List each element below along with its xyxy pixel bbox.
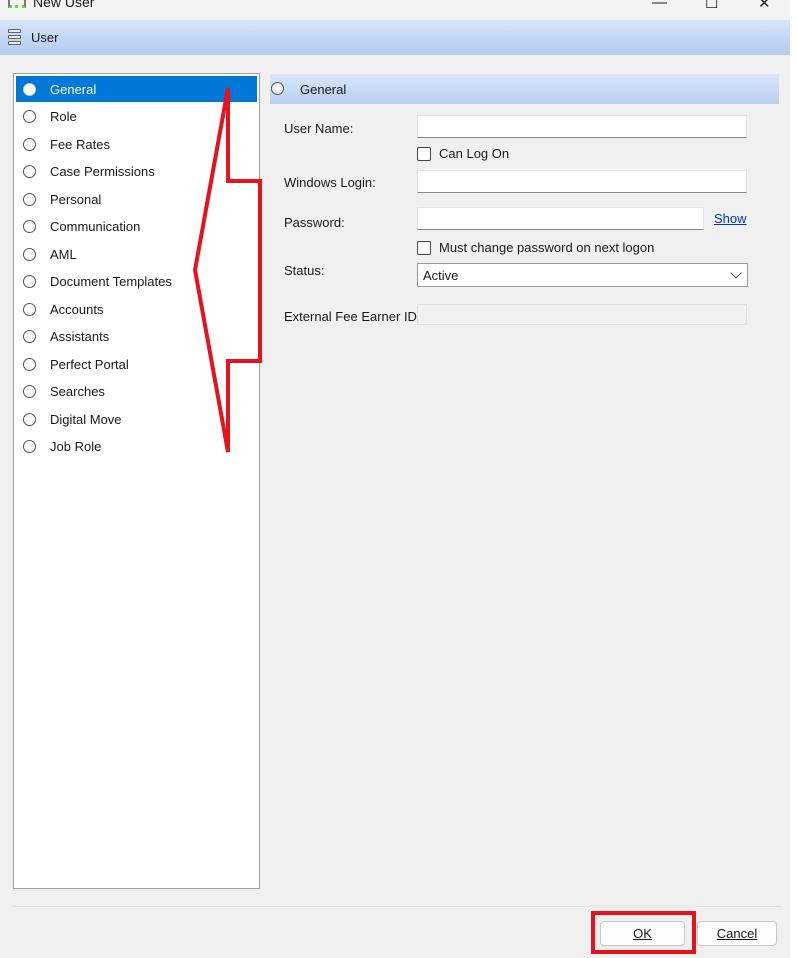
red-arrow-annotation <box>192 87 262 453</box>
